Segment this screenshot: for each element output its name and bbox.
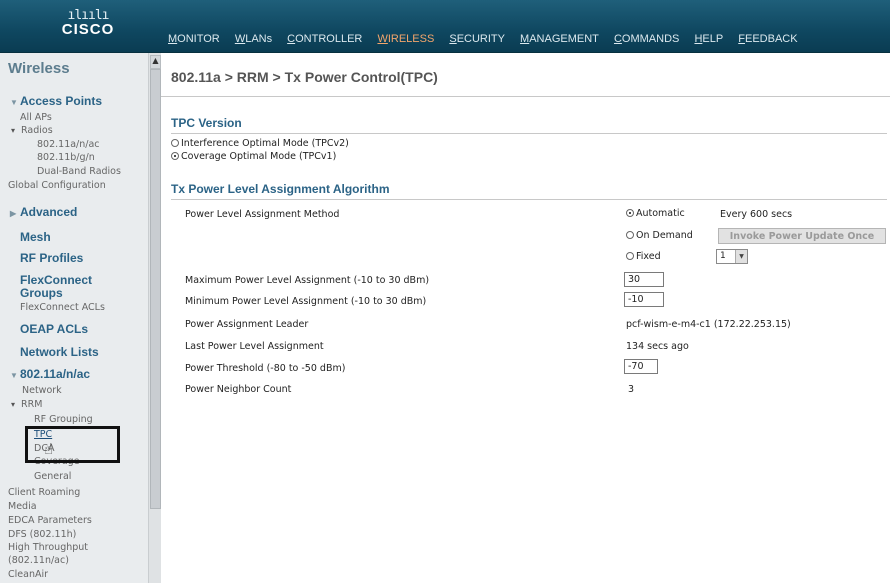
fixed-option[interactable]: Fixed [626,251,661,262]
main-menu: MONITOR WLANs CONTROLLER WIRELESS SECURI… [168,33,810,45]
sidebar: Wireless ▼ Access Points All APs ▾ Radios … [0,53,149,583]
sidebar-item-network[interactable]: Network [22,385,62,396]
sidebar-item-media[interactable]: Media [8,501,37,512]
menu-commands[interactable]: COMMANDS [614,33,679,45]
leader-value: pcf-wism-e-m4-c1 (172.22.253.15) [626,319,791,330]
sidebar-title: Wireless [8,60,70,77]
scroll-up-icon[interactable]: ▲ [150,55,161,69]
sidebar-item-flexconnect-groups[interactable]: FlexConnect Groups [20,274,120,300]
sidebar-item-access-points[interactable]: ▼ Access Points [10,94,102,108]
top-banner: ılıılı CISCO MONITOR WLANs CONTROLLER WI… [0,0,890,53]
cisco-logo: ılıılı CISCO [48,9,128,38]
main-content: 802.11a > RRM > Tx Power Control(TPC) TP… [161,53,890,583]
threshold-input[interactable]: -70 [624,359,658,374]
last-assignment-label: Last Power Level Assignment [185,341,324,352]
min-power-label: Minimum Power Level Assignment (-10 to 3… [185,296,427,307]
title-divider [161,96,890,97]
neighbor-count-label: Power Neighbor Count [185,384,292,395]
sidebar-item-edca[interactable]: EDCA Parameters [8,515,92,526]
sidebar-item-oeap-acls[interactable]: OEAP ACLs [20,322,88,336]
sidebar-item-high-throughput[interactable]: High Throughput [8,542,88,553]
chevron-down-icon: ▼ [735,250,747,263]
threshold-label: Power Threshold (-80 to -50 dBm) [185,363,346,374]
sidebar-item-label: 802.11a/n/ac [20,367,91,381]
fixed-label: Fixed [636,251,661,262]
last-assignment-value: 134 secs ago [626,341,689,352]
sidebar-item-rrm[interactable]: ▾ RRM [11,399,42,410]
sidebar-item-dfs[interactable]: DFS (802.11h) [8,529,76,540]
fixed-level-value: 1 [720,251,726,261]
hand-cursor-icon: ☝ [44,440,54,458]
sidebar-item-network-lists[interactable]: Network Lists [20,345,99,359]
cisco-logo-word: CISCO [61,21,115,38]
menu-management[interactable]: MANAGEMENT [520,33,599,45]
sidebar-item-mesh[interactable]: Mesh [20,230,51,244]
sidebar-item-radio-b[interactable]: 802.11b/g/n [37,152,95,163]
sidebar-scrollbar[interactable]: ▲ [148,53,161,583]
sidebar-item-radio-a[interactable]: 802.11a/n/ac [37,139,100,150]
sidebar-item-all-aps[interactable]: All APs [20,112,52,123]
max-power-label: Maximum Power Level Assignment (-10 to 3… [185,275,430,286]
menu-wlans[interactable]: WLANs [235,33,272,45]
sidebar-item-rf-profiles[interactable]: RF Profiles [20,251,83,265]
menu-monitor[interactable]: MONITOR [168,33,220,45]
leader-label: Power Assignment Leader [185,319,309,330]
section-divider [171,199,887,200]
radio-fixed[interactable] [626,252,634,260]
expand-down-icon: ▼ [10,371,18,380]
menu-help[interactable]: HELP [694,33,723,45]
sidebar-item-high-throughput-sub: (802.11n/ac) [8,555,69,566]
expand-down-icon: ▾ [11,400,16,409]
radio-tpc-v2[interactable] [171,139,179,147]
sidebar-item-flexconnect-acls[interactable]: FlexConnect ACLs [20,302,105,313]
tpc-v1-label: Coverage Optimal Mode (TPCv1) [181,151,337,162]
interval-text: Every 600 secs [720,209,793,220]
automatic-option[interactable]: Automatic [626,208,685,219]
sidebar-item-radios[interactable]: ▾ Radios [11,125,53,136]
page-title: 802.11a > RRM > Tx Power Control(TPC) [171,69,438,85]
expand-right-icon: ▶ [10,209,17,218]
neighbor-count-value: 3 [628,384,635,395]
tpc-v2-option[interactable]: Interference Optimal Mode (TPCv2) [171,138,349,149]
tpc-v2-label: Interference Optimal Mode (TPCv2) [181,138,349,149]
radio-tpc-v1[interactable] [171,152,179,160]
menu-security[interactable]: SECURITY [449,33,505,45]
scrollbar-thumb[interactable] [150,69,161,509]
automatic-label: Automatic [636,208,685,219]
tpc-v1-option[interactable]: Coverage Optimal Mode (TPCv1) [171,151,336,162]
radio-on-demand[interactable] [626,231,634,239]
sidebar-item-general[interactable]: General [34,471,71,482]
menu-controller[interactable]: CONTROLLER [287,33,362,45]
menu-wireless[interactable]: WIRELESS [377,33,434,45]
fixed-level-select[interactable]: 1 ▼ [716,249,748,264]
min-power-input[interactable]: -10 [624,292,664,307]
on-demand-option[interactable]: On Demand [626,230,693,241]
sidebar-item-global-config[interactable]: Global Configuration [8,180,106,191]
sidebar-item-band[interactable]: ▼ 802.11a/n/ac [10,367,90,381]
invoke-power-update-button[interactable]: Invoke Power Update Once [718,228,886,244]
radio-automatic[interactable] [626,209,634,217]
method-label: Power Level Assignment Method [185,209,340,220]
max-power-input[interactable]: 30 [624,272,664,287]
sidebar-item-label: RRM [21,399,43,410]
expand-down-icon: ▼ [10,98,18,107]
tpc-version-heading: TPC Version [171,116,242,130]
sidebar-item-label: Advanced [20,205,78,219]
sidebar-item-label: Access Points [20,94,103,108]
section-divider [171,133,887,134]
sidebar-item-rf-grouping[interactable]: RF Grouping [34,414,93,425]
on-demand-label: On Demand [636,230,693,241]
sidebar-item-cleanair[interactable]: CleanAir [8,569,48,580]
sidebar-item-dual-band[interactable]: Dual-Band Radios [37,166,121,177]
sidebar-item-label: Radios [21,125,53,136]
tpc-highlight-box [25,426,120,463]
sidebar-item-advanced[interactable]: ▶ Advanced [10,205,77,219]
algorithm-heading: Tx Power Level Assignment Algorithm [171,182,390,196]
sidebar-item-client-roaming[interactable]: Client Roaming [8,487,80,498]
expand-down-icon: ▾ [11,126,16,135]
menu-feedback[interactable]: FEEDBACK [738,33,797,45]
